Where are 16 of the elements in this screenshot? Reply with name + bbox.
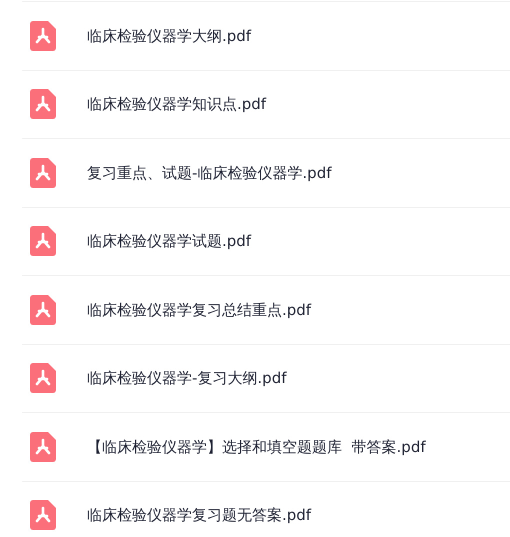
pdf-file-icon [30,432,56,462]
file-name-link[interactable]: 临床检验仪器学知识点.pdf [87,93,266,116]
file-name-link[interactable]: 临床检验仪器学-复习大纲.pdf [87,367,287,390]
file-name-link[interactable]: 【临床检验仪器学】选择和填空题题库 带答案.pdf [87,436,426,458]
pdf-file-icon [30,158,56,188]
file-name-link[interactable]: 复习重点、试题-临床检验仪器学.pdf [87,162,332,184]
file-name-link[interactable]: 临床检验仪器学大纲.pdf [87,24,252,47]
pdf-file-icon [30,500,56,530]
file-name-link[interactable]: 临床检验仪器学复习题无答案.pdf [87,504,312,526]
pdf-file-icon [30,226,56,256]
file-name-link[interactable]: 临床检验仪器学试题.pdf [87,230,252,252]
file-name-link[interactable]: 临床检验仪器学复习总结重点.pdf [87,298,312,321]
pdf-file-icon [30,89,56,120]
pdf-file-icon [30,294,56,325]
pdf-file-icon [30,20,56,51]
pdf-file-icon [30,363,56,394]
